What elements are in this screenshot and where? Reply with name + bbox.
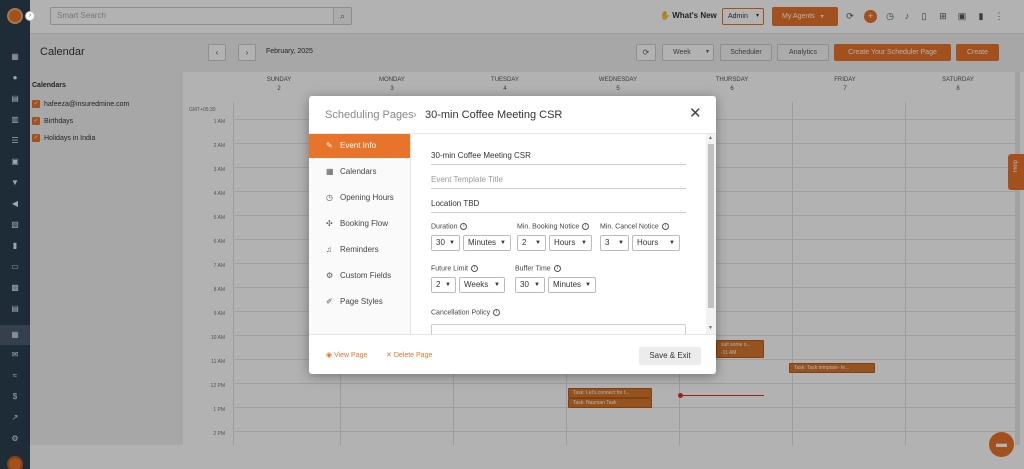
nav-label: Opening Hours	[340, 193, 394, 202]
brush-icon: ✐	[326, 297, 333, 306]
min-booking-label-text: Min. Booking Notice	[517, 223, 580, 231]
chevron-down-icon: ▼	[449, 240, 455, 246]
nav-label: Reminders	[340, 245, 379, 254]
chevron-down-icon: ▼	[500, 240, 506, 246]
duration-label-text: Duration	[431, 223, 458, 231]
modal-sidebar: ✎ Event Info ▦ Calendars ◷ Opening Hours ✣ B…	[309, 134, 411, 334]
event-name-field[interactable]: 30-min Coffee Meeting CSR	[431, 149, 686, 165]
min-booking-value-select[interactable]: 2 ▼	[517, 235, 546, 251]
duration-value-select[interactable]: 30 ▼	[431, 235, 460, 251]
flow-icon: ✣	[326, 219, 333, 228]
nav-page-styles[interactable]: ✐ Page Styles	[309, 290, 410, 314]
event-template-title-field[interactable]: Event Template Title	[431, 173, 686, 189]
chevron-down-icon: ▼	[494, 282, 500, 288]
select-value: 30	[520, 280, 529, 289]
select-value: Hours	[637, 238, 659, 247]
min-booking-unit-select[interactable]: Hours ▼	[549, 235, 592, 251]
view-page-link[interactable]: ◉ View Page	[326, 351, 367, 359]
cancellation-policy-textarea[interactable]	[431, 324, 686, 334]
buffer-value-select[interactable]: 30 ▼	[515, 277, 545, 293]
select-value: 30	[436, 238, 445, 247]
expand-nav-icon[interactable]: ›	[25, 11, 35, 21]
select-value: Weeks	[464, 280, 489, 289]
duration-label: Duration i	[431, 223, 468, 231]
scroll-down-icon[interactable]: ▼	[708, 325, 713, 331]
cancellation-policy-label: Cancellation Policy i	[431, 309, 501, 317]
select-value: 2	[522, 238, 527, 247]
buffer-unit-select[interactable]: Minutes ▼	[548, 277, 596, 293]
buffer-time-label-text: Buffer Time	[515, 265, 551, 273]
breadcrumb-current: 30-min Coffee Meeting CSR	[425, 109, 563, 121]
nav-label: Calendars	[340, 167, 377, 176]
nav-label: Booking Flow	[340, 219, 389, 228]
duration-unit-select[interactable]: Minutes ▼	[463, 235, 511, 251]
info-icon[interactable]: i	[582, 223, 590, 230]
future-limit-label: Future Limit i	[431, 265, 478, 272]
select-value: 3	[605, 238, 610, 247]
nav-label: Page Styles	[340, 297, 383, 306]
info-icon[interactable]: i	[661, 223, 669, 230]
chevron-down-icon: ▼	[669, 240, 675, 246]
scheduling-page-modal: Scheduling Pages › 30-min Coffee Meeting…	[309, 96, 716, 374]
nav-reminders[interactable]: ♫ Reminders	[309, 238, 410, 262]
nav-label: Custom Fields	[340, 271, 392, 280]
cancellation-policy-label-text: Cancellation Policy	[431, 309, 491, 317]
min-booking-label: Min. Booking Notice i	[517, 223, 590, 231]
info-icon[interactable]: i	[470, 265, 478, 272]
nav-custom-fields[interactable]: ⚙ Custom Fields	[309, 264, 410, 288]
gear-icon: ⚙	[326, 271, 334, 280]
future-limit-unit-select[interactable]: Weeks ▼	[459, 277, 505, 293]
eye-icon: ◉	[326, 352, 333, 359]
bell-icon: ♫	[326, 245, 332, 254]
modal-header: Scheduling Pages › 30-min Coffee Meeting…	[309, 96, 716, 134]
min-cancel-value-select[interactable]: 3 ▼	[600, 235, 629, 251]
info-icon[interactable]: i	[553, 265, 561, 272]
calendar-icon: ▦	[326, 167, 334, 176]
nav-label: Event Info	[340, 141, 377, 150]
scroll-up-icon[interactable]: ▲	[708, 135, 713, 141]
chevron-down-icon: ▼	[618, 240, 624, 246]
future-limit-value-select[interactable]: 2 ▼	[431, 277, 456, 293]
chevron-down-icon: ▼	[534, 282, 540, 288]
min-cancel-label-text: Min. Cancel Notice	[600, 223, 659, 231]
clock-icon: ◷	[326, 193, 333, 202]
select-value: Hours	[554, 238, 576, 247]
save-exit-button[interactable]: Save & Exit	[639, 347, 701, 365]
future-limit-label-text: Future Limit	[431, 265, 468, 273]
select-value: 2	[436, 280, 441, 289]
chevron-down-icon: ▼	[535, 240, 541, 246]
min-cancel-unit-select[interactable]: Hours ▼	[632, 235, 680, 251]
nav-booking-flow[interactable]: ✣ Booking Flow	[309, 212, 410, 236]
breadcrumb-separator-icon: ›	[413, 109, 417, 121]
delete-page-link[interactable]: ✕ Delete Page	[386, 351, 432, 359]
info-icon[interactable]: i	[460, 223, 468, 230]
nav-opening-hours[interactable]: ◷ Opening Hours	[309, 186, 410, 210]
breadcrumb-parent[interactable]: Scheduling Pages	[325, 109, 414, 121]
min-cancel-label: Min. Cancel Notice i	[600, 223, 669, 230]
chevron-down-icon: ▼	[585, 282, 591, 288]
chevron-down-icon: ▼	[445, 282, 451, 288]
select-value: Minutes	[553, 280, 582, 289]
modal-footer: ◉ View Page ✕ Delete Page Save & Exit	[309, 334, 716, 374]
event-info-form: 30-min Coffee Meeting CSR Event Template…	[412, 134, 706, 334]
chevron-down-icon: ▼	[581, 240, 587, 246]
buffer-time-label: Buffer Time i	[515, 265, 561, 272]
delete-page-label: Delete Page	[393, 352, 433, 359]
info-icon[interactable]: i	[493, 309, 501, 316]
nav-calendars[interactable]: ▦ Calendars	[309, 160, 410, 184]
close-icon: ✕	[386, 352, 392, 359]
nav-event-info[interactable]: ✎ Event Info	[309, 134, 410, 158]
close-icon[interactable]: ✕	[689, 106, 702, 121]
modal-scrollbar[interactable]: ▲ ▼	[706, 134, 716, 334]
location-field[interactable]: Location TBD	[431, 197, 686, 213]
pencil-icon: ✎	[326, 141, 333, 150]
scrollbar-thumb[interactable]	[708, 144, 714, 308]
view-page-label: View Page	[334, 352, 368, 359]
select-value: Minutes	[468, 238, 497, 247]
